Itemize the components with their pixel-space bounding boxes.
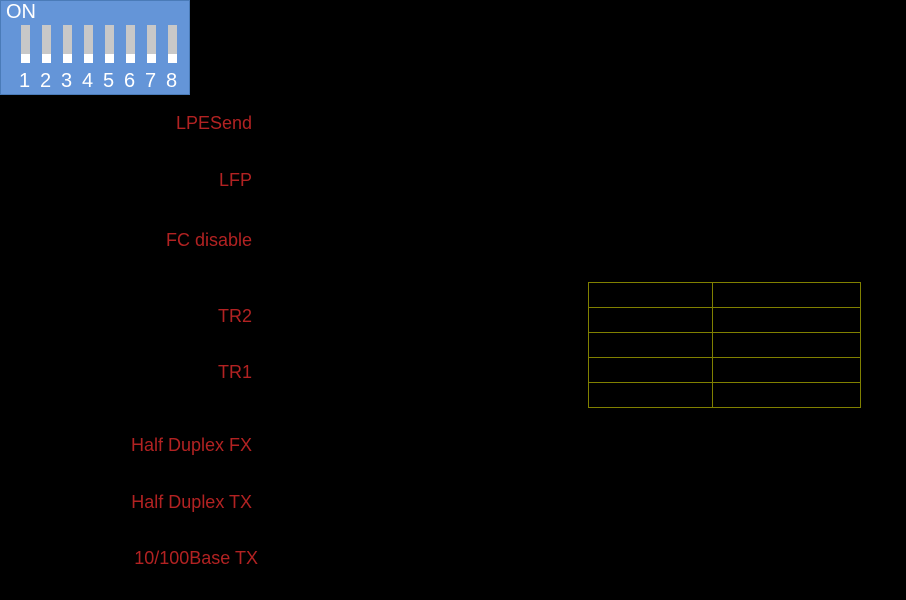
grid-row xyxy=(589,308,861,333)
dip-number-8: 8 xyxy=(165,70,178,93)
grid-row xyxy=(589,358,861,383)
dip-switch-3[interactable] xyxy=(63,25,72,63)
grid-cell xyxy=(589,308,713,333)
dip-switch-1[interactable] xyxy=(21,25,30,63)
dip-on-label: ON xyxy=(6,1,36,24)
grid-row xyxy=(589,333,861,358)
dip-number-5: 5 xyxy=(102,70,115,93)
grid-cell xyxy=(589,333,713,358)
dip-switch-6[interactable] xyxy=(126,25,135,63)
dip-switch-7[interactable] xyxy=(147,25,156,63)
switch-label-4: TR2 xyxy=(0,306,252,327)
grid-cell xyxy=(589,383,713,408)
grid-cell xyxy=(713,308,861,333)
switch-label-6: Half Duplex FX xyxy=(0,435,252,456)
grid-cell xyxy=(589,358,713,383)
grid-cell xyxy=(713,333,861,358)
switch-label-8: 10/100Base TX xyxy=(0,548,258,569)
grid-cell xyxy=(713,283,861,308)
grid-cell xyxy=(589,283,713,308)
dip-switch-8[interactable] xyxy=(168,25,177,63)
dip-switch-5[interactable] xyxy=(105,25,114,63)
dip-numbers-row: 1 2 3 4 5 6 7 8 xyxy=(18,70,178,93)
switch-label-7: Half Duplex TX xyxy=(0,492,252,513)
grid-cell xyxy=(713,383,861,408)
dip-number-7: 7 xyxy=(144,70,157,93)
dip-number-6: 6 xyxy=(123,70,136,93)
switch-label-1: LPESend xyxy=(0,113,252,134)
dip-number-4: 4 xyxy=(81,70,94,93)
dip-switch-4[interactable] xyxy=(84,25,93,63)
dip-switches-row xyxy=(21,25,177,63)
switch-label-5: TR1 xyxy=(0,362,252,383)
dip-number-2: 2 xyxy=(39,70,52,93)
switch-label-3: FC disable xyxy=(0,230,252,251)
grid-row xyxy=(589,283,861,308)
dip-switch-2[interactable] xyxy=(42,25,51,63)
grid-cell xyxy=(713,358,861,383)
dip-number-3: 3 xyxy=(60,70,73,93)
grid-row xyxy=(589,383,861,408)
switch-label-2: LFP xyxy=(0,170,252,191)
dip-switch-panel: ON 1 2 3 4 5 6 7 8 xyxy=(0,0,190,95)
grid-table xyxy=(588,282,861,408)
dip-number-1: 1 xyxy=(18,70,31,93)
